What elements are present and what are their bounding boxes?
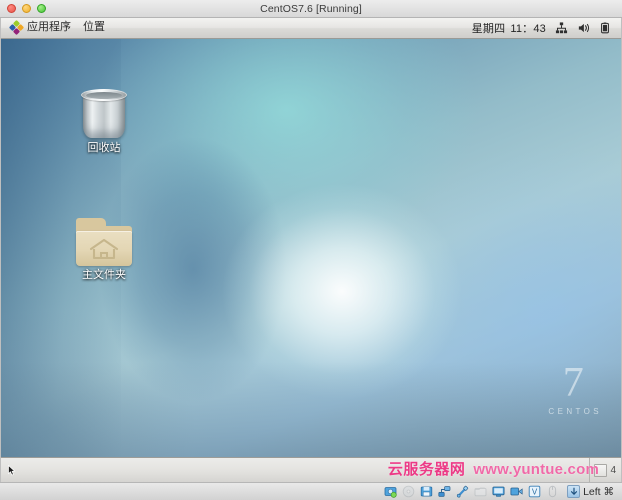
optical-disk-icon[interactable]	[402, 485, 415, 498]
home-folder-icon	[61, 204, 147, 266]
workspace-preview[interactable]	[594, 464, 607, 477]
desktop-icon-trash-label: 回收站	[61, 142, 147, 154]
window-list-item[interactable]	[5, 461, 20, 480]
network-icon[interactable]	[438, 485, 451, 498]
centos-version-watermark: 7 CENTOS	[548, 364, 599, 416]
virtualbox-vm-window: CentOS7.6 [Running] 应用程序 位置 星期四 11：43	[0, 0, 622, 500]
network-icon[interactable]	[555, 21, 568, 35]
shared-folder-icon[interactable]	[474, 485, 487, 498]
centos-wordmark: CENTOS	[548, 407, 602, 416]
window-title: CentOS7.6 [Running]	[0, 0, 622, 17]
virtualbox-status-bar: V Left ⌘	[0, 482, 622, 500]
gnome-top-panel-left: 应用程序 位置	[1, 20, 112, 36]
display-icon[interactable]	[492, 485, 505, 498]
applications-menu[interactable]: 应用程序	[5, 20, 78, 36]
trash-icon	[61, 77, 147, 139]
centos-version-number: 7	[548, 364, 599, 404]
gnome-top-panel: 应用程序 位置 星期四 11：43	[1, 18, 621, 39]
gnome-top-panel-right: 星期四 11：43	[472, 20, 621, 36]
svg-text:V: V	[532, 487, 538, 496]
recording-icon[interactable]	[510, 485, 523, 498]
clock[interactable]: 星期四 11：43	[472, 20, 546, 36]
mouse-icon[interactable]	[546, 485, 559, 498]
cursor-icon	[8, 465, 17, 476]
places-menu-label: 位置	[83, 22, 105, 33]
virtualization-icon[interactable]: V	[528, 485, 541, 498]
workspace-count: 4	[610, 465, 616, 476]
battery-icon[interactable]	[599, 21, 612, 35]
maximize-button[interactable]	[37, 4, 46, 13]
gnome-bottom-panel: 4	[1, 457, 621, 482]
minimize-button[interactable]	[22, 4, 31, 13]
vm-display[interactable]: 应用程序 位置 星期四 11：43	[0, 18, 622, 482]
host-window-titlebar: CentOS7.6 [Running]	[0, 0, 622, 18]
volume-icon[interactable]	[577, 21, 590, 35]
places-menu[interactable]: 位置	[78, 21, 112, 35]
desktop-icon-trash[interactable]: 回收站	[61, 77, 147, 154]
usb-icon[interactable]	[456, 485, 469, 498]
clock-time: 11：43	[510, 20, 546, 36]
harddisk-icon[interactable]	[384, 485, 397, 498]
floppy-icon[interactable]	[420, 485, 433, 498]
desktop-icon-home-folder[interactable]: 主文件夹	[61, 204, 147, 281]
host-key-icon	[567, 485, 580, 498]
desktop-wallpaper[interactable]: 7 CENTOS 回收站	[1, 39, 621, 482]
close-button[interactable]	[7, 4, 16, 13]
host-key-indicator[interactable]: Left ⌘	[567, 485, 614, 498]
host-key-label: Left ⌘	[583, 486, 614, 498]
workspace-switcher[interactable]: 4	[589, 458, 621, 482]
window-controls	[7, 4, 46, 13]
centos-logo-icon	[10, 21, 23, 34]
window-list[interactable]	[1, 458, 589, 482]
clock-weekday: 星期四	[472, 20, 506, 36]
applications-menu-label: 应用程序	[27, 22, 71, 33]
desktop-icon-home-folder-label: 主文件夹	[61, 269, 147, 281]
